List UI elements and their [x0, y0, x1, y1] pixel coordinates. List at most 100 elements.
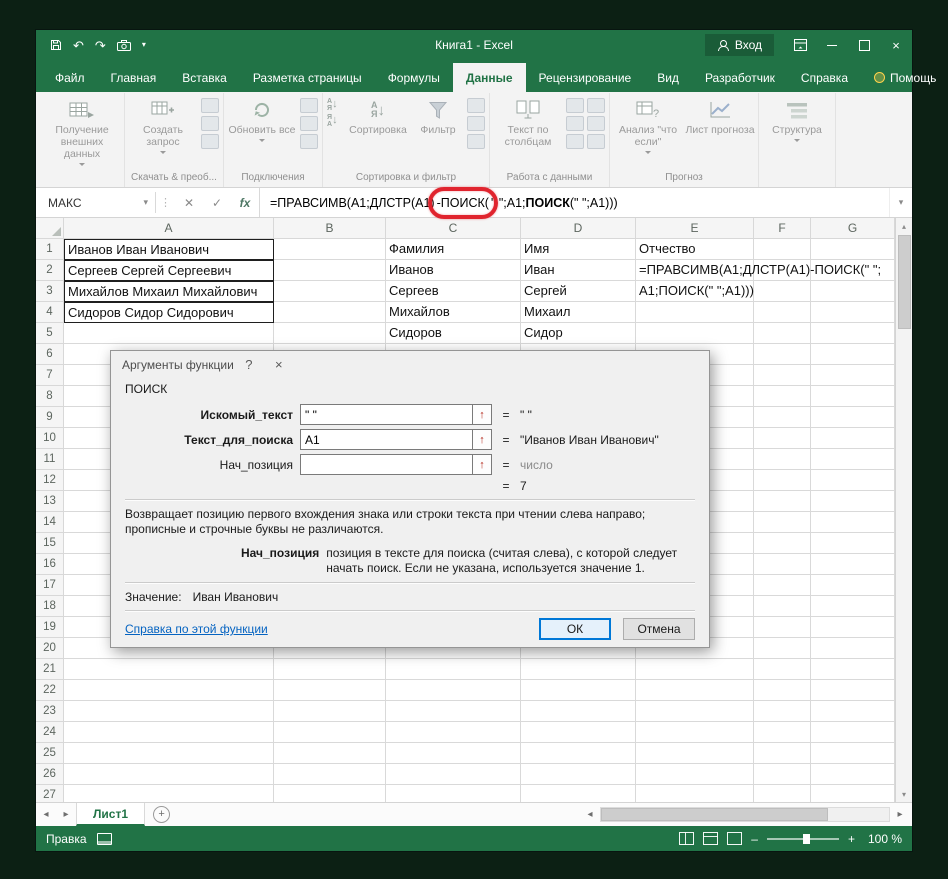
cell-B4[interactable] — [274, 302, 386, 323]
horizontal-scrollbar[interactable]: ◂ ▸ — [580, 803, 912, 826]
cell-F27[interactable] — [754, 785, 811, 802]
row-header-7[interactable]: 7 — [36, 365, 64, 386]
row-header-24[interactable]: 24 — [36, 722, 64, 743]
maximize-button[interactable] — [848, 30, 880, 60]
cell-G3[interactable] — [811, 281, 895, 302]
cell-G14[interactable] — [811, 512, 895, 533]
undo-icon[interactable]: ↶ — [73, 39, 84, 52]
cell-B21[interactable] — [274, 659, 386, 680]
tab-help[interactable]: Справка — [788, 63, 861, 92]
row-header-12[interactable]: 12 — [36, 470, 64, 491]
cell-D27[interactable] — [521, 785, 636, 802]
cell-A23[interactable] — [64, 701, 274, 722]
enter-entry-button[interactable]: ✓ — [203, 188, 231, 217]
cell-B22[interactable] — [274, 680, 386, 701]
column-header-A[interactable]: A — [64, 218, 274, 239]
cell-G20[interactable] — [811, 638, 895, 659]
cell-D5[interactable]: Сидор — [521, 323, 636, 344]
cell-G27[interactable] — [811, 785, 895, 802]
cell-E25[interactable] — [636, 743, 754, 764]
text-to-columns-button[interactable]: Текст по столбцам — [492, 93, 564, 170]
tab-formulas[interactable]: Формулы — [375, 63, 453, 92]
cell-G13[interactable] — [811, 491, 895, 512]
manage-data-model-icon[interactable] — [587, 134, 605, 149]
tab-view[interactable]: Вид — [644, 63, 692, 92]
cell-A1[interactable]: Иванов Иван Иванович — [64, 239, 274, 260]
tab-file[interactable]: Файл — [42, 63, 98, 92]
cell-A27[interactable] — [64, 785, 274, 802]
forecast-sheet-button[interactable]: Лист прогноза — [684, 93, 756, 170]
normal-view-icon[interactable] — [679, 832, 694, 845]
cell-F9[interactable] — [754, 407, 811, 428]
row-header-21[interactable]: 21 — [36, 659, 64, 680]
cell-F3[interactable] — [754, 281, 811, 302]
dialog-title-bar[interactable]: Аргументы функции ? × — [111, 351, 709, 378]
tab-home[interactable]: Главная — [98, 63, 170, 92]
row-header-26[interactable]: 26 — [36, 764, 64, 785]
cell-E27[interactable] — [636, 785, 754, 802]
save-icon[interactable] — [50, 39, 62, 51]
vscroll-thumb[interactable] — [898, 235, 911, 329]
cell-G7[interactable] — [811, 365, 895, 386]
cell-D24[interactable] — [521, 722, 636, 743]
row-header-2[interactable]: 2 — [36, 260, 64, 281]
cell-C3[interactable]: Сергеев — [386, 281, 521, 302]
cell-C23[interactable] — [386, 701, 521, 722]
cell-G5[interactable] — [811, 323, 895, 344]
row-header-3[interactable]: 3 — [36, 281, 64, 302]
zoom-out-button[interactable]: – — [751, 832, 758, 846]
cell-D1[interactable]: Имя — [521, 239, 636, 260]
formula-input[interactable]: =ПРАВСИМВ(A1;ДЛСТР(A1)-ПОИСК(" ";A1;ПОИС… — [259, 188, 889, 217]
row-header-10[interactable]: 10 — [36, 428, 64, 449]
row-header-5[interactable]: 5 — [36, 323, 64, 344]
sheet-nav-left-icon[interactable]: ◂ — [36, 803, 56, 826]
zoom-in-button[interactable]: + — [848, 832, 855, 846]
column-header-D[interactable]: D — [521, 218, 636, 239]
page-layout-view-icon[interactable] — [703, 832, 718, 845]
row-header-27[interactable]: 27 — [36, 785, 64, 802]
cell-E4[interactable] — [636, 302, 754, 323]
row-header-1[interactable]: 1 — [36, 239, 64, 260]
formula-bar-resize-handle[interactable]: ⋮ — [156, 188, 175, 217]
cell-E3[interactable]: A1;ПОИСК(" ";A1))) — [636, 281, 754, 302]
cell-A4[interactable]: Сидоров Сидор Сидорович — [64, 302, 274, 323]
row-header-25[interactable]: 25 — [36, 743, 64, 764]
cell-G24[interactable] — [811, 722, 895, 743]
cell-D3[interactable]: Сергей — [521, 281, 636, 302]
cell-C24[interactable] — [386, 722, 521, 743]
clear-filter-icon[interactable] — [467, 98, 485, 113]
cell-A21[interactable] — [64, 659, 274, 680]
cell-A24[interactable] — [64, 722, 274, 743]
cell-F20[interactable] — [754, 638, 811, 659]
collapse-dialog-icon[interactable]: ↑ — [473, 429, 492, 450]
cancel-button[interactable]: Отмена — [623, 618, 695, 640]
cancel-entry-button[interactable]: ✕ — [175, 188, 203, 217]
cell-G4[interactable] — [811, 302, 895, 323]
cell-B26[interactable] — [274, 764, 386, 785]
arg-input-iskomiy-tekst[interactable] — [300, 404, 473, 425]
cell-C2[interactable]: Иванов — [386, 260, 521, 281]
cell-F1[interactable] — [754, 239, 811, 260]
zoom-slider[interactable] — [767, 838, 839, 840]
cell-E21[interactable] — [636, 659, 754, 680]
cell-G10[interactable] — [811, 428, 895, 449]
cell-A5[interactable] — [64, 323, 274, 344]
zoom-slider-thumb[interactable] — [803, 834, 810, 844]
cell-F19[interactable] — [754, 617, 811, 638]
row-header-13[interactable]: 13 — [36, 491, 64, 512]
row-header-23[interactable]: 23 — [36, 701, 64, 722]
dialog-help-icon[interactable]: ? — [234, 352, 264, 378]
cell-G22[interactable] — [811, 680, 895, 701]
cell-D2[interactable]: Иван — [521, 260, 636, 281]
cell-F6[interactable] — [754, 344, 811, 365]
data-validation-icon[interactable] — [566, 116, 584, 131]
cell-A3[interactable]: Михайлов Михаил Михайлович — [64, 281, 274, 302]
filter-button[interactable]: Фильтр — [411, 93, 465, 170]
cell-E23[interactable] — [636, 701, 754, 722]
tab-review[interactable]: Рецензирование — [526, 63, 645, 92]
cell-G16[interactable] — [811, 554, 895, 575]
row-header-14[interactable]: 14 — [36, 512, 64, 533]
cell-F17[interactable] — [754, 575, 811, 596]
arg-input-nach-pozitsiya[interactable] — [300, 454, 473, 475]
cell-F4[interactable] — [754, 302, 811, 323]
